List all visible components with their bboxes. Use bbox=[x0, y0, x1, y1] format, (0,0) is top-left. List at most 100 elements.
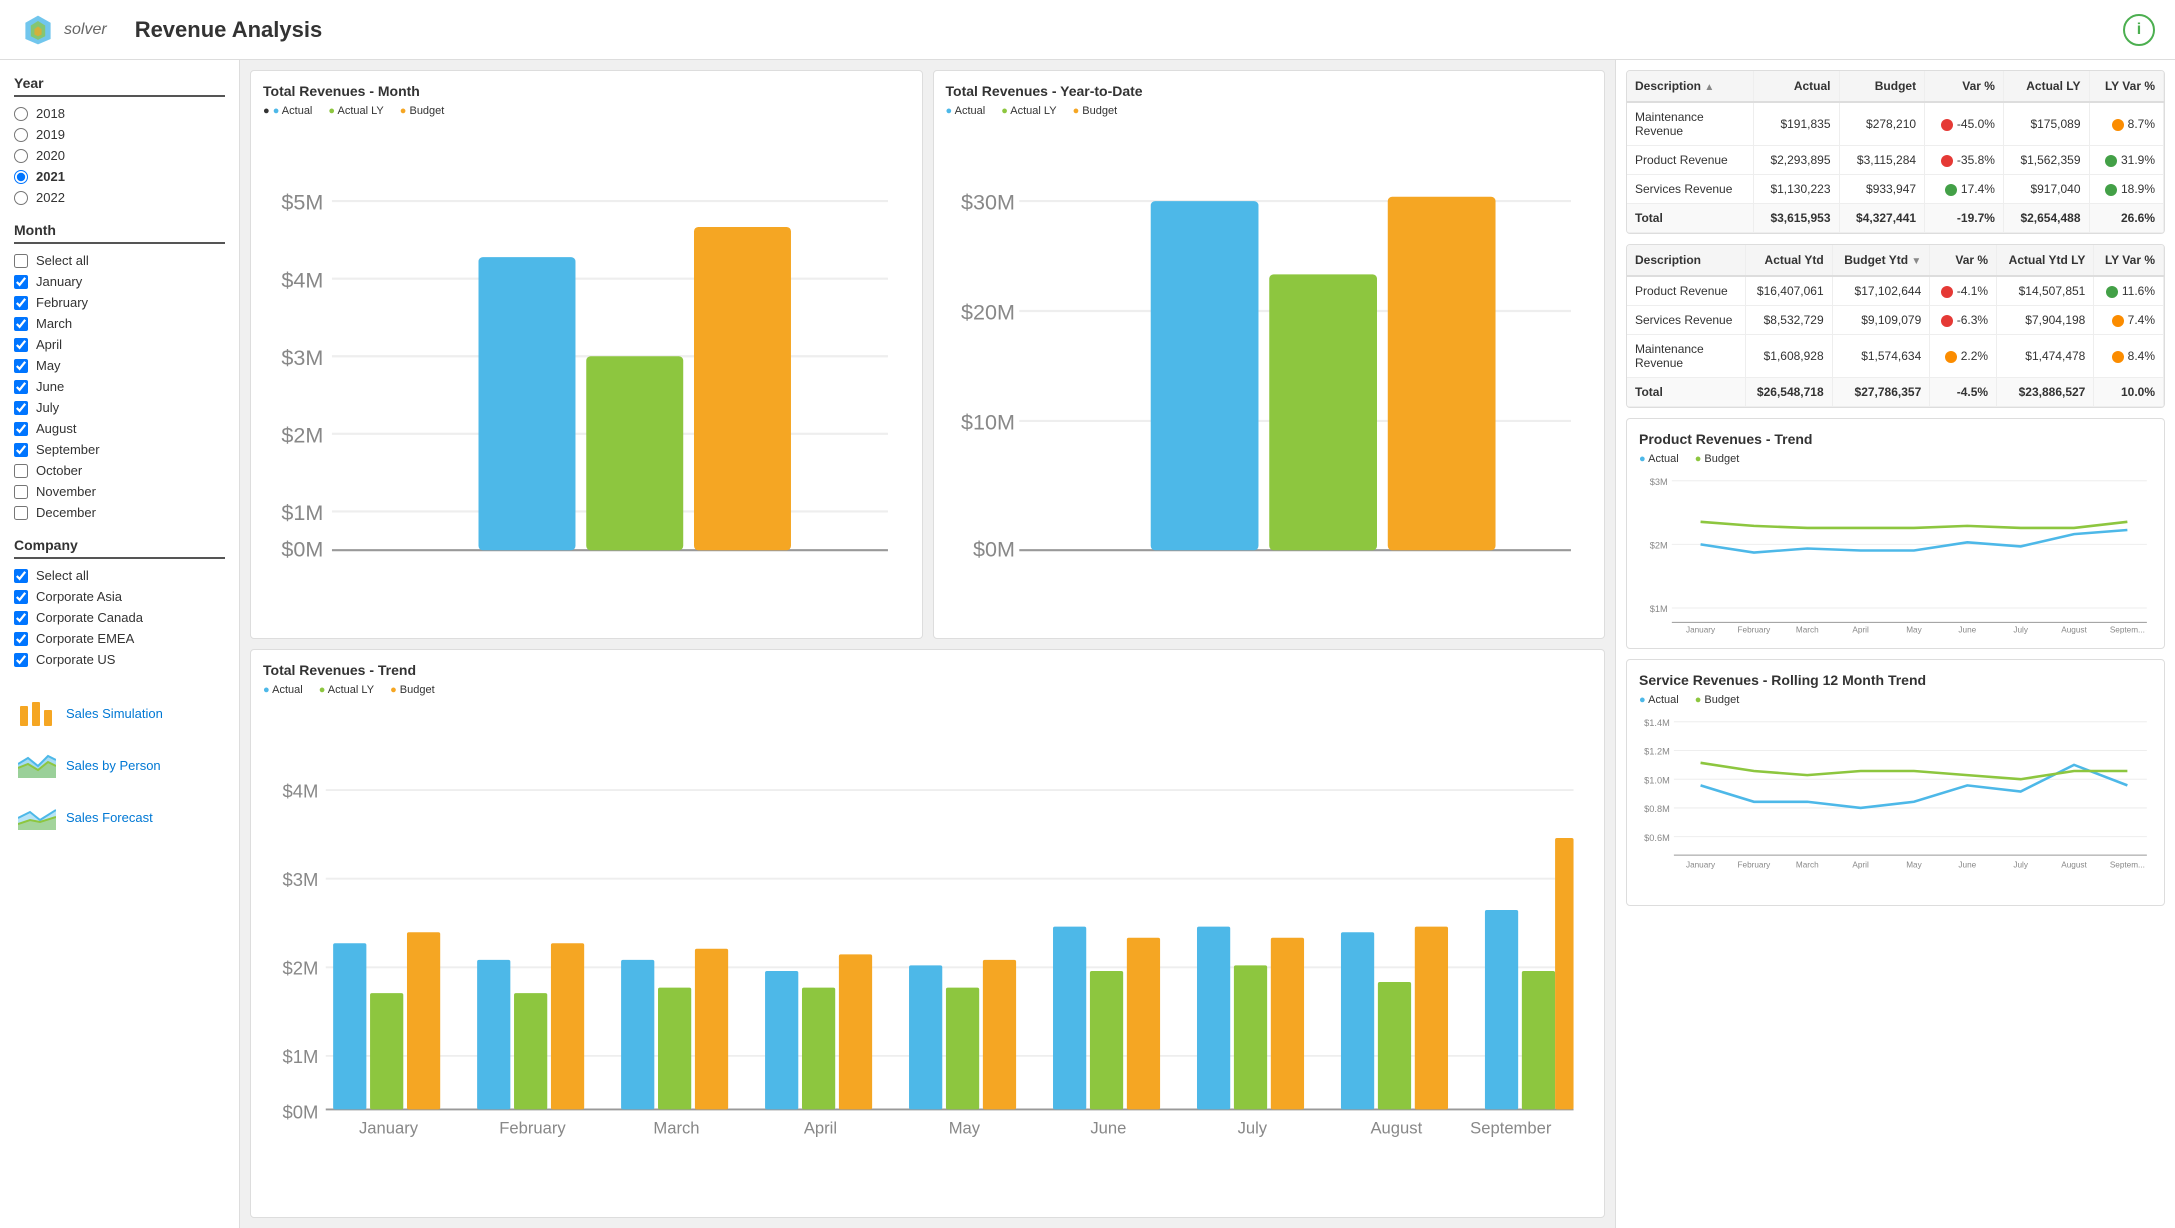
month-september[interactable]: September bbox=[14, 439, 225, 460]
year-2020[interactable]: 2020 bbox=[14, 145, 225, 166]
col-desc2: Description bbox=[1627, 245, 1745, 276]
bar-chart-icon bbox=[18, 698, 56, 728]
svg-text:January: January bbox=[359, 1118, 419, 1137]
year-2019[interactable]: 2019 bbox=[14, 124, 225, 145]
legend-ytd: ● Actual ● Actual LY ● Budget bbox=[946, 105, 1593, 117]
svg-text:April: April bbox=[1852, 861, 1869, 870]
company-section-title: Company bbox=[14, 537, 225, 559]
svg-text:July: July bbox=[2013, 626, 2028, 635]
svg-text:February: February bbox=[1738, 626, 1772, 635]
svg-text:April: April bbox=[804, 1118, 837, 1137]
svg-text:Septem...: Septem... bbox=[2110, 861, 2145, 870]
service-rev-trend-title: Service Revenues - Rolling 12 Month Tren… bbox=[1639, 672, 2152, 688]
svg-text:February: February bbox=[499, 1118, 566, 1137]
legend-month: ● ● Actual ● Actual LY ● Budget bbox=[263, 105, 910, 117]
svg-text:August: August bbox=[1370, 1118, 1422, 1137]
month-select-all[interactable]: Select all bbox=[14, 250, 225, 271]
svg-text:$1.4M: $1.4M bbox=[1644, 718, 1670, 728]
svg-text:September: September bbox=[1470, 1118, 1552, 1137]
svg-text:February: February bbox=[1738, 861, 1772, 870]
svg-text:$2M: $2M bbox=[281, 422, 323, 447]
month-may[interactable]: May bbox=[14, 355, 225, 376]
svg-text:June: June bbox=[1090, 1118, 1126, 1137]
right-panel: Description ▲ Actual Budget Var % Actual… bbox=[1615, 60, 2175, 1228]
svg-text:$4M: $4M bbox=[281, 267, 323, 292]
col-desc: Description ▲ bbox=[1627, 71, 1753, 102]
svg-text:$1.2M: $1.2M bbox=[1644, 747, 1670, 757]
svg-text:$0M: $0M bbox=[973, 537, 1015, 562]
month-april[interactable]: April bbox=[14, 334, 225, 355]
total-rev-trend-title: Total Revenues - Trend bbox=[263, 662, 1592, 678]
table-total-row: Total $3,615,953 $4,327,441 -19.7% $2,65… bbox=[1627, 204, 2164, 233]
col-actual-ytd-ly: Actual Ytd LY bbox=[1997, 245, 2094, 276]
service-rev-trend-chart: $1.4M $1.2M $1.0M $0.8M $0.6M January Fe… bbox=[1639, 710, 2152, 893]
header: solver Revenue Analysis i bbox=[0, 0, 2175, 60]
col-ly-var2: LY Var % bbox=[2094, 245, 2164, 276]
month-november[interactable]: November bbox=[14, 481, 225, 502]
table-total-row2: Total $26,548,718 $27,786,357 -4.5% $23,… bbox=[1627, 378, 2164, 407]
month-march[interactable]: March bbox=[14, 313, 225, 334]
svg-text:January: January bbox=[1686, 626, 1716, 635]
total-rev-trend-chart: $4M $3M $2M $1M $0M bbox=[263, 700, 1592, 1205]
svg-text:July: July bbox=[2013, 861, 2028, 870]
month-december[interactable]: December bbox=[14, 502, 225, 523]
table-row: Product Revenue $16,407,061 $17,102,644 … bbox=[1627, 276, 2164, 306]
month-june[interactable]: June bbox=[14, 376, 225, 397]
table-row: Services Revenue $8,532,729 $9,109,079 -… bbox=[1627, 306, 2164, 335]
svg-text:$0.8M: $0.8M bbox=[1644, 804, 1670, 814]
logo-text: solver bbox=[64, 21, 107, 39]
year-2018[interactable]: 2018 bbox=[14, 103, 225, 124]
svg-text:$3M: $3M bbox=[283, 869, 319, 890]
legend-svc-trend: ● Actual ● Budget bbox=[1639, 694, 2152, 706]
col-actual-ly: Actual LY bbox=[2003, 71, 2089, 102]
col-ly-var: LY Var % bbox=[2089, 71, 2164, 102]
company-select-all[interactable]: Select all bbox=[14, 565, 225, 586]
svg-text:March: March bbox=[1796, 861, 1819, 870]
nav-sales-simulation[interactable]: Sales Simulation bbox=[14, 692, 225, 734]
col-actual: Actual bbox=[1753, 71, 1839, 102]
total-rev-ytd-chart: $30M $20M $10M $0M bbox=[946, 121, 1593, 626]
month-october[interactable]: October bbox=[14, 460, 225, 481]
company-canada[interactable]: Corporate Canada bbox=[14, 607, 225, 628]
col-var-pct2: Var % bbox=[1930, 245, 1997, 276]
month-section-title: Month bbox=[14, 222, 225, 244]
svg-text:$1M: $1M bbox=[283, 1046, 319, 1067]
service-rev-trend-card: Service Revenues - Rolling 12 Month Tren… bbox=[1626, 659, 2165, 906]
info-icon[interactable]: i bbox=[2123, 14, 2155, 46]
svg-text:$0M: $0M bbox=[283, 1102, 319, 1123]
svg-text:$1.0M: $1.0M bbox=[1644, 775, 1670, 785]
year-2021[interactable]: 2021 bbox=[14, 166, 225, 187]
product-rev-trend-card: Product Revenues - Trend ● Actual ● Budg… bbox=[1626, 418, 2165, 649]
svg-text:March: March bbox=[1796, 626, 1819, 635]
legend-trend: ● Actual ● Actual LY ● Budget bbox=[263, 684, 1592, 696]
company-us[interactable]: Corporate US bbox=[14, 649, 225, 670]
area-chart-icon bbox=[18, 750, 56, 780]
company-emea[interactable]: Corporate EMEA bbox=[14, 628, 225, 649]
col-budget: Budget bbox=[1839, 71, 1925, 102]
table-row: MaintenanceRevenue $1,608,928 $1,574,634… bbox=[1627, 335, 2164, 378]
sidebar: Year 2018 2019 2020 2021 2022 Month Sele… bbox=[0, 60, 240, 1228]
nav-sales-by-person[interactable]: Sales by Person bbox=[14, 744, 225, 786]
svg-text:May: May bbox=[1906, 861, 1922, 870]
month-february[interactable]: February bbox=[14, 292, 225, 313]
table-row: MaintenanceRevenue $191,835 $278,210 -45… bbox=[1627, 102, 2164, 146]
month-august[interactable]: August bbox=[14, 418, 225, 439]
svg-text:$4M: $4M bbox=[283, 780, 319, 801]
company-asia[interactable]: Corporate Asia bbox=[14, 586, 225, 607]
total-rev-trend-card: Total Revenues - Trend ● Actual ● Actual… bbox=[250, 649, 1605, 1218]
month-july[interactable]: July bbox=[14, 397, 225, 418]
month-january[interactable]: January bbox=[14, 271, 225, 292]
svg-text:$0.6M: $0.6M bbox=[1644, 833, 1670, 843]
svg-text:July: July bbox=[1238, 1118, 1268, 1137]
nav-sales-forecast[interactable]: Sales Forecast bbox=[14, 796, 225, 838]
svg-text:August: August bbox=[2061, 626, 2087, 635]
svg-text:May: May bbox=[1906, 626, 1922, 635]
svg-text:$3M: $3M bbox=[1650, 477, 1668, 487]
svg-text:$1M: $1M bbox=[281, 500, 323, 525]
year-2022[interactable]: 2022 bbox=[14, 187, 225, 208]
svg-text:June: June bbox=[1958, 626, 1976, 635]
svg-text:$0M: $0M bbox=[281, 537, 323, 562]
svg-text:August: August bbox=[2061, 861, 2087, 870]
table-row: Product Revenue $2,293,895 $3,115,284 -3… bbox=[1627, 146, 2164, 175]
svg-text:March: March bbox=[653, 1118, 699, 1137]
